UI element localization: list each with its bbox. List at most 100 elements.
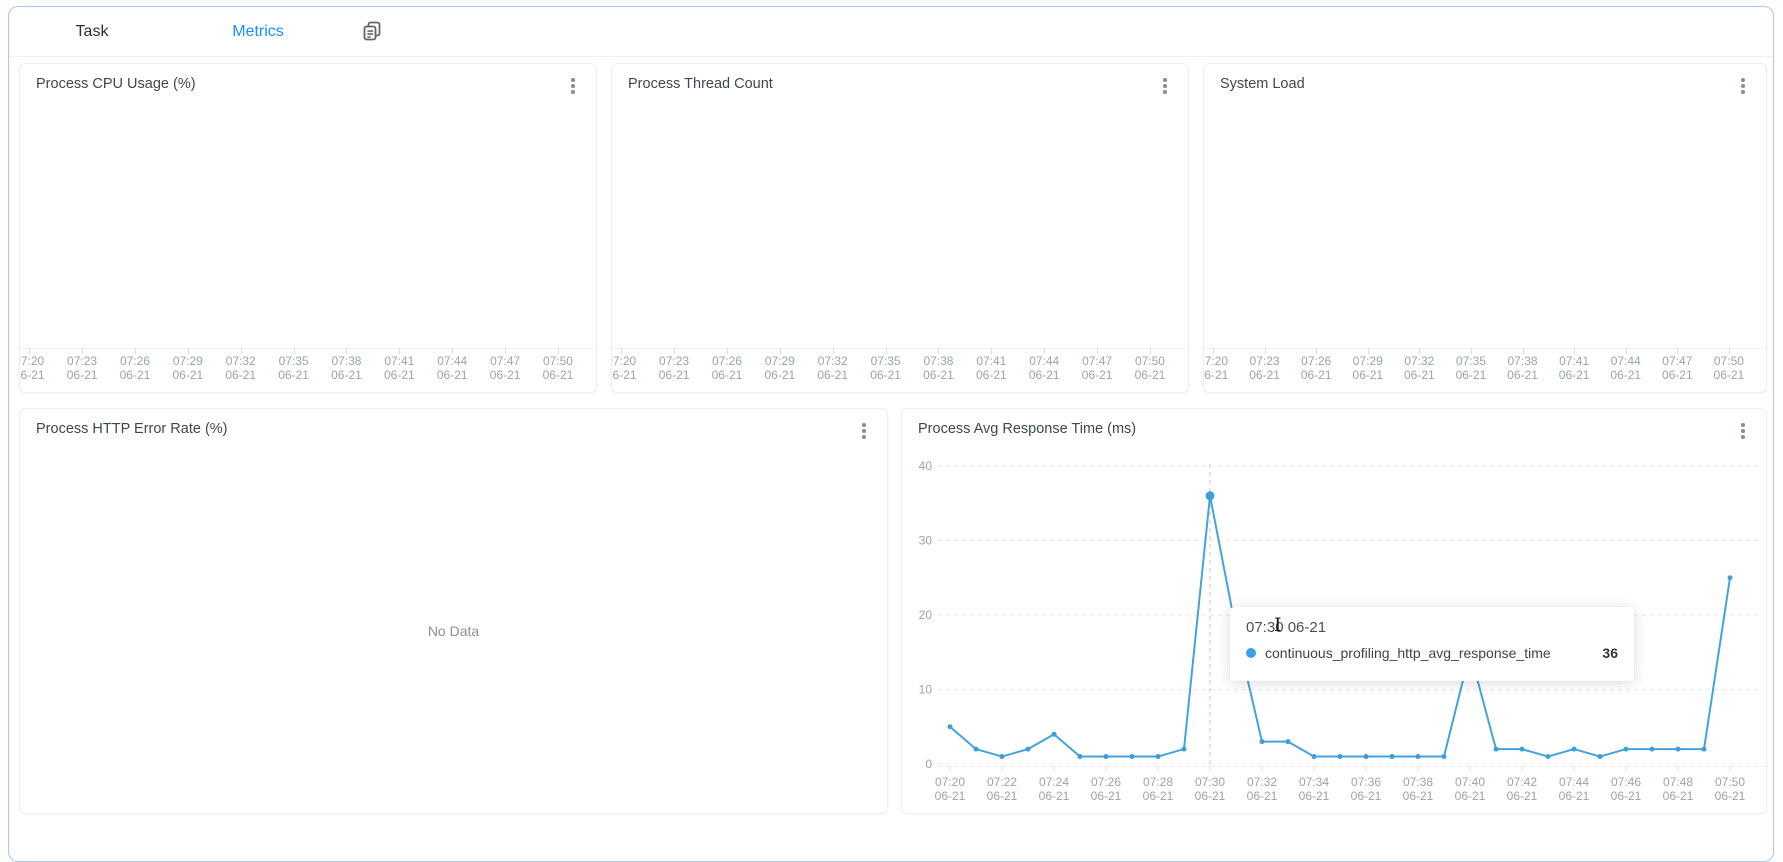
x-axis: 07:2006-21 07:2306-21 07:2606-21 07:2906-21… [612,348,1188,392]
x-axis-label: 07:2606-21 [712,355,743,382]
series-dot-icon [1246,648,1256,658]
svg-text:06-21: 06-21 [1403,789,1434,803]
svg-text:07:32: 07:32 [1247,775,1277,789]
x-axis-label: 07:3206-21 [225,355,256,382]
svg-text:07:38: 07:38 [1403,775,1433,789]
svg-text:07:30: 07:30 [1195,775,1225,789]
panel-process-http-error-rate: Process HTTP Error Rate (%) No Data [19,408,888,814]
panel-system-load: System Load 07:2006-21 07:2306-21 07:2606-… [1203,63,1767,393]
tab-task[interactable]: Task [9,23,175,41]
svg-text:20: 20 [919,608,933,622]
panel-process-cpu-usage: Process CPU Usage (%) 07:2006-21 07:2306-… [19,63,597,393]
x-axis-label: 07:4406-21 [1029,355,1060,382]
svg-text:40: 40 [919,459,933,473]
panel-header: Process CPU Usage (%) [20,64,596,104]
response-time-chart[interactable]: 01020304007:2006-2107:2206-2107:2406-210… [902,409,1766,813]
x-axis-label: 07:5006-21 [543,355,574,382]
x-axis-label: 07:4106-21 [1559,355,1590,382]
kebab-menu-icon[interactable] [1154,74,1176,98]
x-axis-label: 07:3506-21 [870,355,901,382]
x-axis-label: 07:2006-21 [611,355,637,382]
tab-metrics[interactable]: Metrics [175,23,341,41]
panel-title: Process Thread Count [628,76,773,92]
panel-process-thread-count: Process Thread Count 07:2006-21 07:2306-2… [611,63,1189,393]
kebab-menu-icon[interactable] [562,74,584,98]
kebab-menu-icon[interactable] [1732,74,1754,98]
svg-text:07:22: 07:22 [987,775,1017,789]
svg-text:06-21: 06-21 [1663,789,1694,803]
x-axis-label: 07:5006-21 [1714,355,1745,382]
x-axis-label: 07:3506-21 [1456,355,1487,382]
svg-text:06-21: 06-21 [1091,789,1122,803]
document-copy-icon[interactable] [361,20,383,44]
panel-title: Process HTTP Error Rate (%) [36,421,228,437]
svg-text:06-21: 06-21 [1247,789,1278,803]
x-axis-label: 07:4406-21 [1610,355,1641,382]
svg-text:06-21: 06-21 [1143,789,1174,803]
svg-text:0: 0 [925,757,932,771]
no-data-label: No Data [20,449,887,813]
svg-text:07:46: 07:46 [1611,775,1641,789]
svg-text:06-21: 06-21 [1195,789,1226,803]
panel-header: System Load [1204,64,1766,104]
x-axis-label: 07:3806-21 [331,355,362,382]
svg-text:06-21: 06-21 [1715,789,1746,803]
svg-text:06-21: 06-21 [1039,789,1070,803]
svg-text:07:24: 07:24 [1039,775,1069,789]
panel-header: Process HTTP Error Rate (%) [20,409,887,449]
x-axis-label: 07:3806-21 [923,355,954,382]
x-axis-label: 07:2306-21 [1249,355,1280,382]
svg-text:06-21: 06-21 [1299,789,1330,803]
text-cursor-icon: I [1274,614,1282,636]
svg-text:07:40: 07:40 [1455,775,1485,789]
svg-text:07:44: 07:44 [1559,775,1589,789]
x-axis-label: 07:4106-21 [976,355,1007,382]
x-axis-label: 07:2906-21 [172,355,203,382]
svg-text:06-21: 06-21 [1351,789,1382,803]
x-axis-label: 07:2306-21 [67,355,98,382]
svg-text:07:50: 07:50 [1715,775,1745,789]
x-axis-label: 07:2906-21 [1352,355,1383,382]
tooltip-series-row: continuous_profiling_http_avg_response_t… [1246,645,1618,661]
svg-text:30: 30 [919,534,933,548]
x-axis-label: 07:4406-21 [437,355,468,382]
svg-text:07:20: 07:20 [935,775,965,789]
panel-title: System Load [1220,76,1305,92]
tab-bar: Task Metrics [9,7,1773,57]
x-axis-label: 07:5006-21 [1135,355,1166,382]
x-axis-label: 07:4706-21 [1662,355,1693,382]
svg-text:06-21: 06-21 [987,789,1018,803]
chart-tooltip: 07:30 06-21 continuous_profiling_http_av… [1230,607,1634,681]
svg-text:07:28: 07:28 [1143,775,1173,789]
svg-text:10: 10 [919,683,933,697]
x-axis-label: 07:2006-21 [1203,355,1228,382]
tooltip-metric-name: continuous_profiling_http_avg_response_t… [1265,645,1551,661]
x-axis-label: 07:2306-21 [659,355,690,382]
x-axis-label: 07:3206-21 [817,355,848,382]
svg-text:07:42: 07:42 [1507,775,1537,789]
x-axis-label: 07:2006-21 [19,355,45,382]
x-axis-label: 07:4706-21 [1082,355,1113,382]
tooltip-metric-value: 36 [1602,645,1618,661]
kebab-menu-icon[interactable] [853,419,875,443]
svg-text:07:26: 07:26 [1091,775,1121,789]
x-axis-label: 07:2606-21 [1301,355,1332,382]
x-axis-label: 07:3806-21 [1507,355,1538,382]
tooltip-timestamp: 07:30 06-21 [1246,619,1618,636]
svg-text:07:34: 07:34 [1299,775,1329,789]
x-axis-label: 07:3506-21 [278,355,309,382]
panel-title: Process CPU Usage (%) [36,76,196,92]
x-axis: 07:2006-21 07:2306-21 07:2606-21 07:2906-21… [1204,348,1766,392]
panel-process-avg-response-time: Process Avg Response Time (ms) 010203040… [901,408,1767,814]
panel-header: Process Thread Count [612,64,1188,104]
x-axis-label: 07:2906-21 [764,355,795,382]
x-axis-label: 07:2606-21 [120,355,151,382]
x-axis-label: 07:4706-21 [490,355,521,382]
svg-text:06-21: 06-21 [1559,789,1590,803]
svg-text:06-21: 06-21 [1455,789,1486,803]
svg-text:07:48: 07:48 [1663,775,1693,789]
svg-text:06-21: 06-21 [1611,789,1642,803]
x-axis-label: 07:3206-21 [1404,355,1435,382]
x-axis-label: 07:4106-21 [384,355,415,382]
svg-text:06-21: 06-21 [935,789,966,803]
